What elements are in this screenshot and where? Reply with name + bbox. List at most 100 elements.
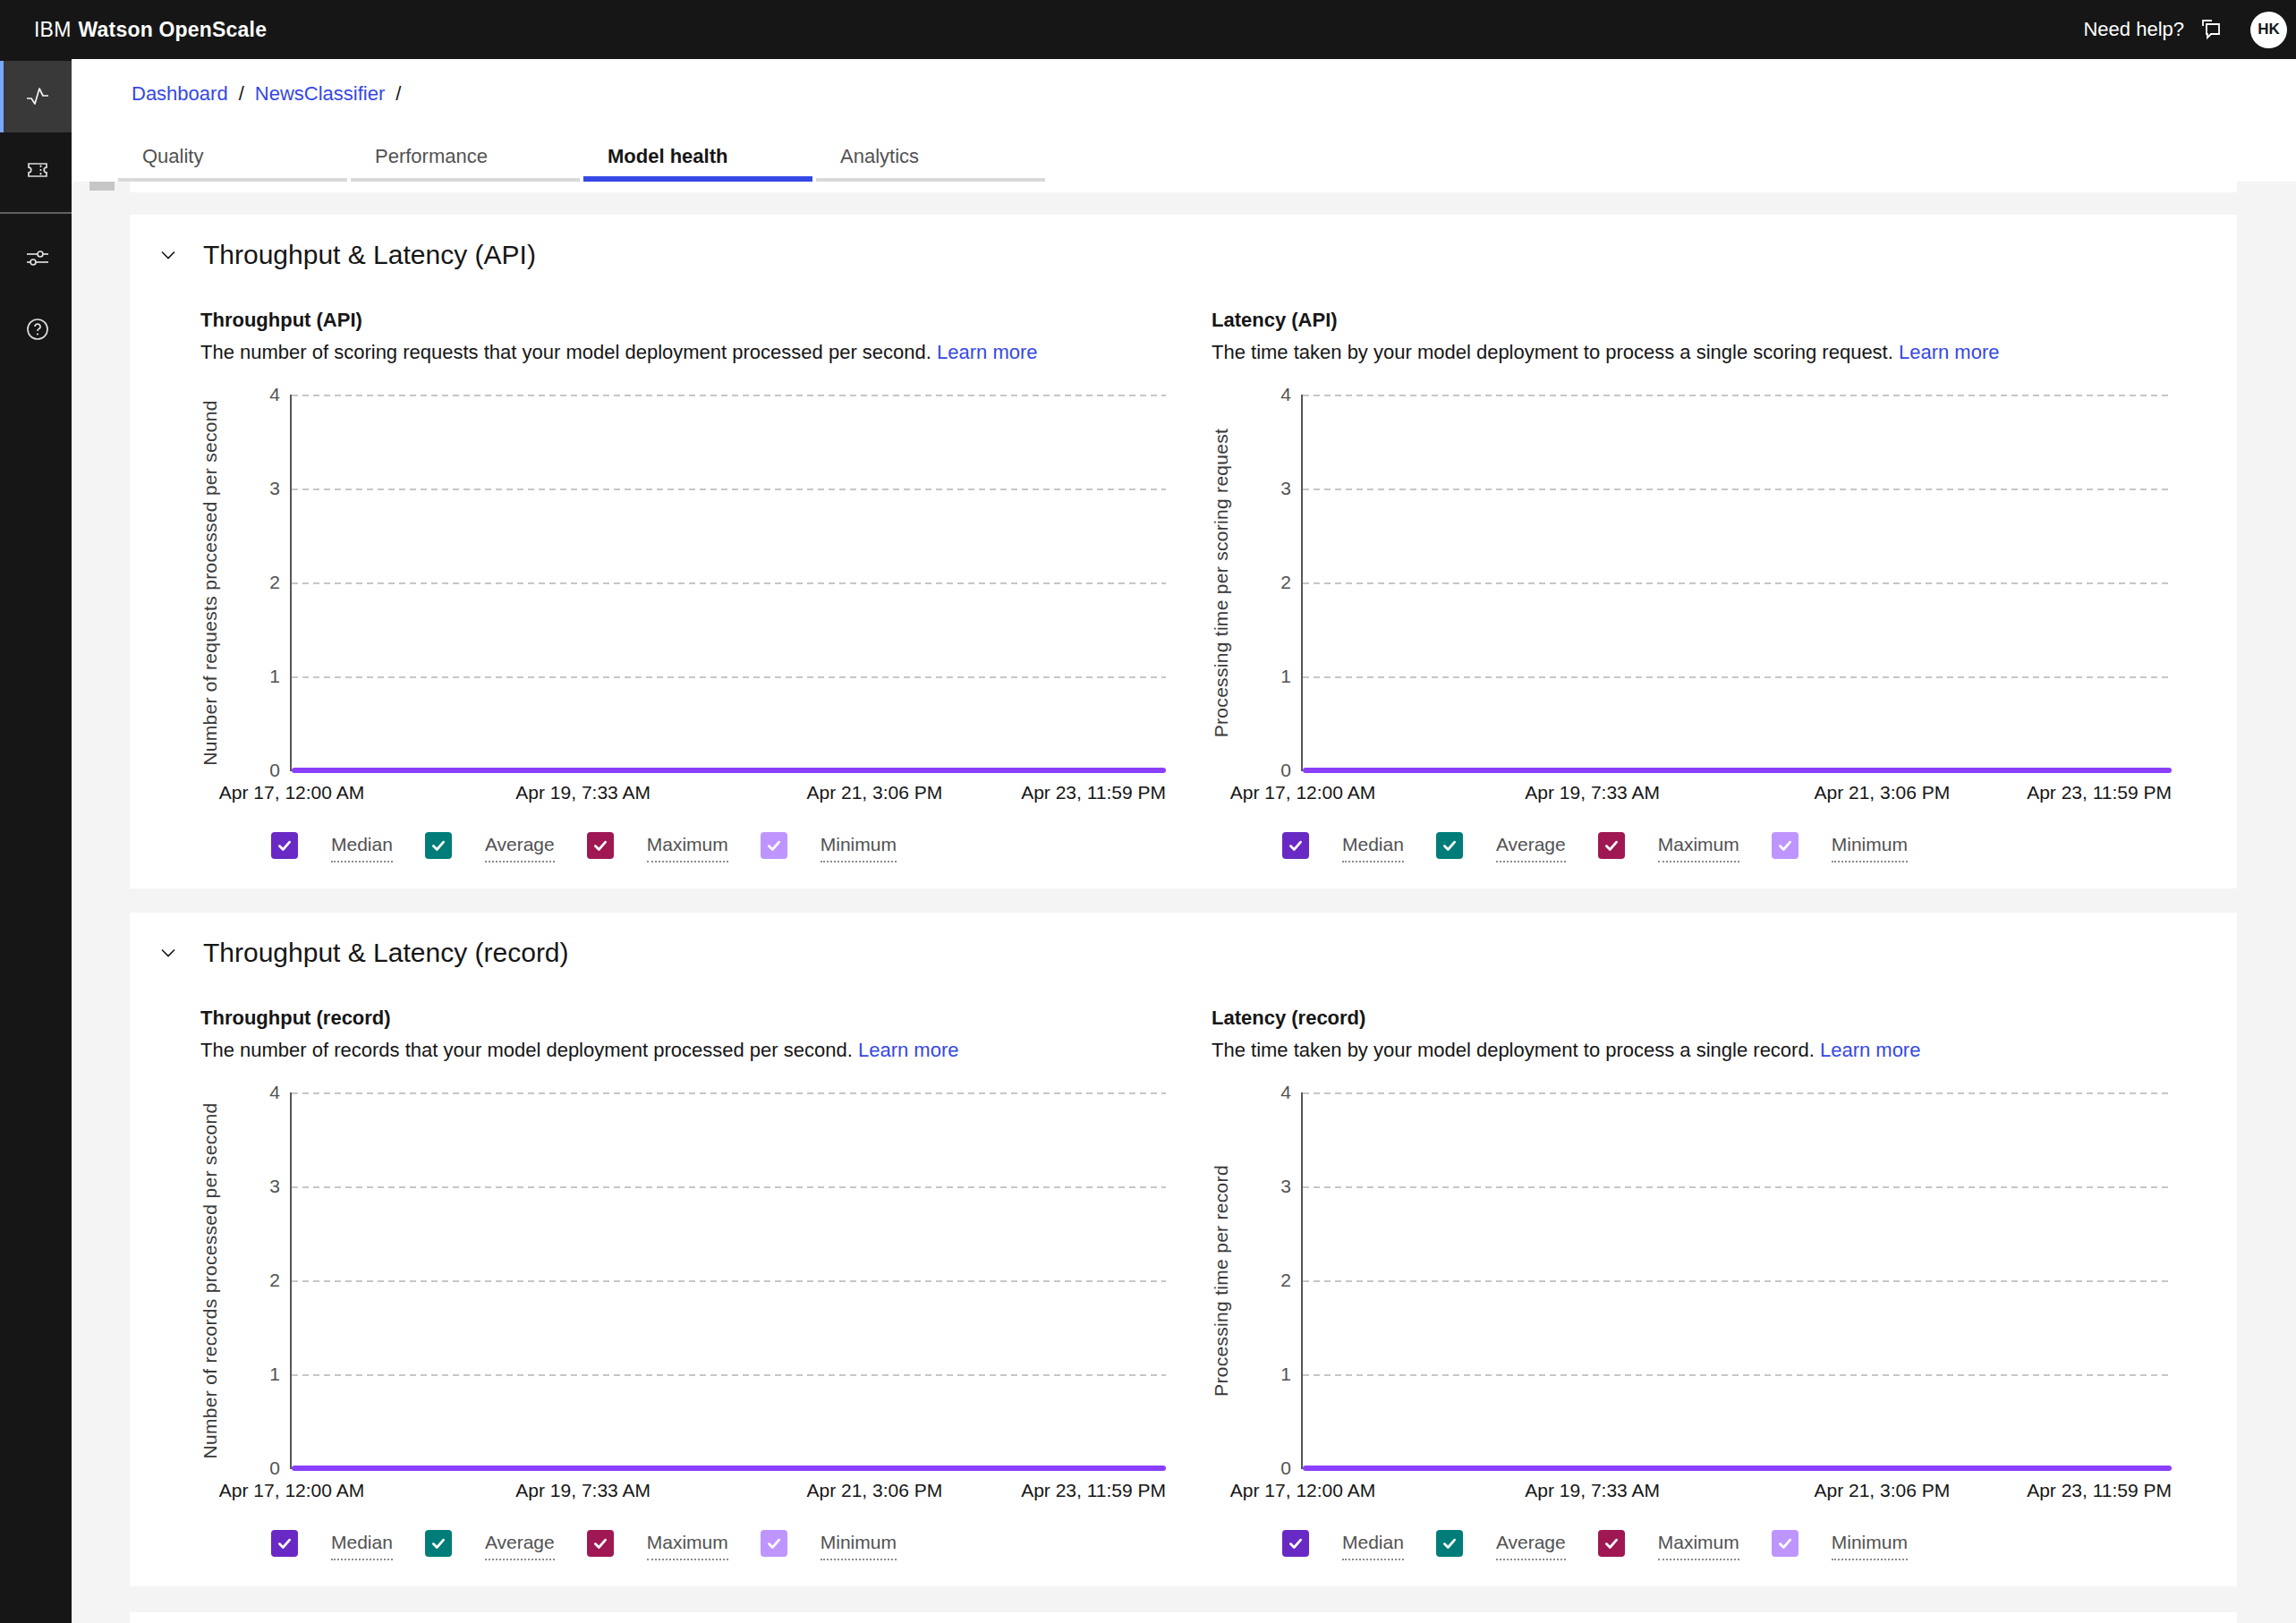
charts-row: Throughput (API) The number of scoring r… (130, 215, 2237, 888)
chart-description: The number of scoring requests that your… (200, 340, 1038, 365)
breadcrumb-dashboard[interactable]: Dashboard (132, 82, 228, 105)
legend-item-average[interactable]: Average (425, 1530, 555, 1560)
checkbox-median[interactable] (1282, 1530, 1309, 1557)
checkbox-average[interactable] (1436, 832, 1463, 859)
chart-description-text: The time taken by your model deployment … (1212, 341, 1893, 363)
learn-more-link[interactable]: Learn more (937, 341, 1038, 363)
legend-label: Median (331, 1530, 393, 1560)
app-header: IBMWatson OpenScale Need help? HK (0, 0, 2296, 59)
chart-plot: 4 3 2 1 0 Apr 17, 12:00 AM Apr 19, 7:33 … (292, 395, 1166, 771)
legend-item-median[interactable]: Median (271, 832, 393, 862)
tab-performance[interactable]: Performance (351, 145, 580, 182)
learn-more-link[interactable]: Learn more (858, 1039, 959, 1061)
checkbox-average[interactable] (1436, 1530, 1463, 1557)
x-tick-label: Apr 19, 7:33 AM (1525, 782, 1660, 803)
data-line (292, 768, 1166, 773)
legend-item-median[interactable]: Median (271, 1530, 393, 1560)
legend-item-average[interactable]: Average (425, 832, 555, 862)
checkbox-maximum[interactable] (587, 1530, 614, 1557)
chart-description: The time taken by your model deployment … (1212, 340, 1999, 365)
sidebar-item-help[interactable] (0, 293, 72, 365)
check-icon (1777, 1535, 1793, 1551)
checkbox-average[interactable] (425, 1530, 452, 1557)
sidebar-item-subscriptions[interactable] (0, 132, 72, 204)
chart-block: Latency (API) The time taken by your mod… (1212, 215, 2196, 888)
x-tick-label: Apr 19, 7:33 AM (515, 1480, 651, 1501)
legend-item-minimum[interactable]: Minimum (761, 1530, 897, 1560)
legend-label: Minimum (1832, 1530, 1908, 1560)
chart-description-text: The time taken by your model deployment … (1212, 1039, 1815, 1061)
help-icon (25, 317, 50, 342)
legend-label: Minimum (821, 1530, 897, 1560)
legend-item-maximum[interactable]: Maximum (587, 832, 728, 862)
legend-label: Minimum (821, 832, 897, 862)
checkbox-minimum[interactable] (761, 1530, 787, 1557)
section-throughput-latency-record: Throughput & Latency (record) Throughput… (130, 913, 2237, 1586)
tab-quality[interactable]: Quality (118, 145, 347, 182)
checkbox-median[interactable] (271, 1530, 298, 1557)
breadcrumb: Dashboard/NewsClassifier/ (132, 82, 412, 106)
y-tick-label: 1 (1229, 666, 1291, 687)
need-help-link[interactable]: Need help? (2083, 18, 2184, 41)
learn-more-link[interactable]: Learn more (1820, 1039, 1921, 1061)
sidebar-item-insights[interactable] (0, 61, 72, 132)
y-tick-label: 2 (1229, 572, 1291, 593)
y-axis-line (1301, 1092, 1303, 1469)
checkbox-maximum[interactable] (1598, 1530, 1625, 1557)
x-tick-label: Apr 17, 12:00 AM (219, 1480, 364, 1501)
breadcrumb-separator: / (395, 82, 401, 105)
learn-more-link[interactable]: Learn more (1899, 341, 2000, 363)
y-tick-label: 1 (1229, 1364, 1291, 1385)
checkbox-median[interactable] (271, 832, 298, 859)
gridline (292, 676, 1166, 678)
chart-plot: 4 3 2 1 0 Apr 17, 12:00 AM Apr 19, 7:33 … (1303, 395, 2172, 771)
checkbox-minimum[interactable] (761, 832, 787, 859)
legend-item-minimum[interactable]: Minimum (1772, 1530, 1908, 1560)
check-icon (766, 837, 782, 854)
gridline (1303, 1280, 2172, 1282)
legend-item-average[interactable]: Average (1436, 832, 1566, 862)
breadcrumb-newsclassifier[interactable]: NewsClassifier (255, 82, 385, 105)
ticket-icon (25, 156, 50, 181)
legend-item-average[interactable]: Average (1436, 1530, 1566, 1560)
avatar[interactable]: HK (2250, 12, 2287, 48)
y-tick-label: 0 (1229, 1457, 1291, 1479)
chart-legend: Median Average Maximum Minimum (1282, 1530, 1908, 1560)
check-icon (276, 1535, 293, 1551)
chart-title: Latency (API) (1212, 308, 1338, 333)
data-line (1303, 1466, 2172, 1471)
checkbox-minimum[interactable] (1772, 832, 1799, 859)
chart-block: Latency (record) The time taken by your … (1212, 913, 2196, 1586)
checkbox-maximum[interactable] (587, 832, 614, 859)
tab-model-health[interactable]: Model health (583, 145, 812, 182)
gridline (292, 395, 1166, 396)
legend-item-maximum[interactable]: Maximum (1598, 832, 1739, 862)
check-icon (1288, 837, 1304, 854)
chat-icon[interactable] (2198, 17, 2224, 42)
tab-scroll-fragment (89, 182, 115, 191)
x-tick-label: Apr 23, 11:59 PM (2027, 782, 2172, 803)
check-icon (276, 837, 293, 854)
settings-adjust-icon (25, 245, 50, 270)
legend-item-minimum[interactable]: Minimum (1772, 832, 1908, 862)
tab-analytics[interactable]: Analytics (816, 145, 1045, 182)
checkbox-minimum[interactable] (1772, 1530, 1799, 1557)
sidebar-item-configure[interactable] (0, 222, 72, 293)
x-tick-label: Apr 21, 3:06 PM (806, 782, 942, 803)
legend-label: Maximum (647, 832, 728, 862)
legend-item-median[interactable]: Median (1282, 1530, 1404, 1560)
gridline (1303, 395, 2172, 396)
gridline (1303, 489, 2172, 490)
legend-item-minimum[interactable]: Minimum (761, 832, 897, 862)
checkbox-maximum[interactable] (1598, 832, 1625, 859)
checkbox-average[interactable] (425, 832, 452, 859)
legend-item-maximum[interactable]: Maximum (587, 1530, 728, 1560)
legend-label: Maximum (647, 1530, 728, 1560)
gridline (1303, 1186, 2172, 1188)
checkbox-median[interactable] (1282, 832, 1309, 859)
tab-bar: Quality Performance Model health Analyti… (118, 145, 1045, 182)
legend-item-maximum[interactable]: Maximum (1598, 1530, 1739, 1560)
chart-plot: 4 3 2 1 0 Apr 17, 12:00 AM Apr 19, 7:33 … (1303, 1092, 2172, 1469)
legend-item-median[interactable]: Median (1282, 832, 1404, 862)
legend-label: Average (485, 832, 555, 862)
